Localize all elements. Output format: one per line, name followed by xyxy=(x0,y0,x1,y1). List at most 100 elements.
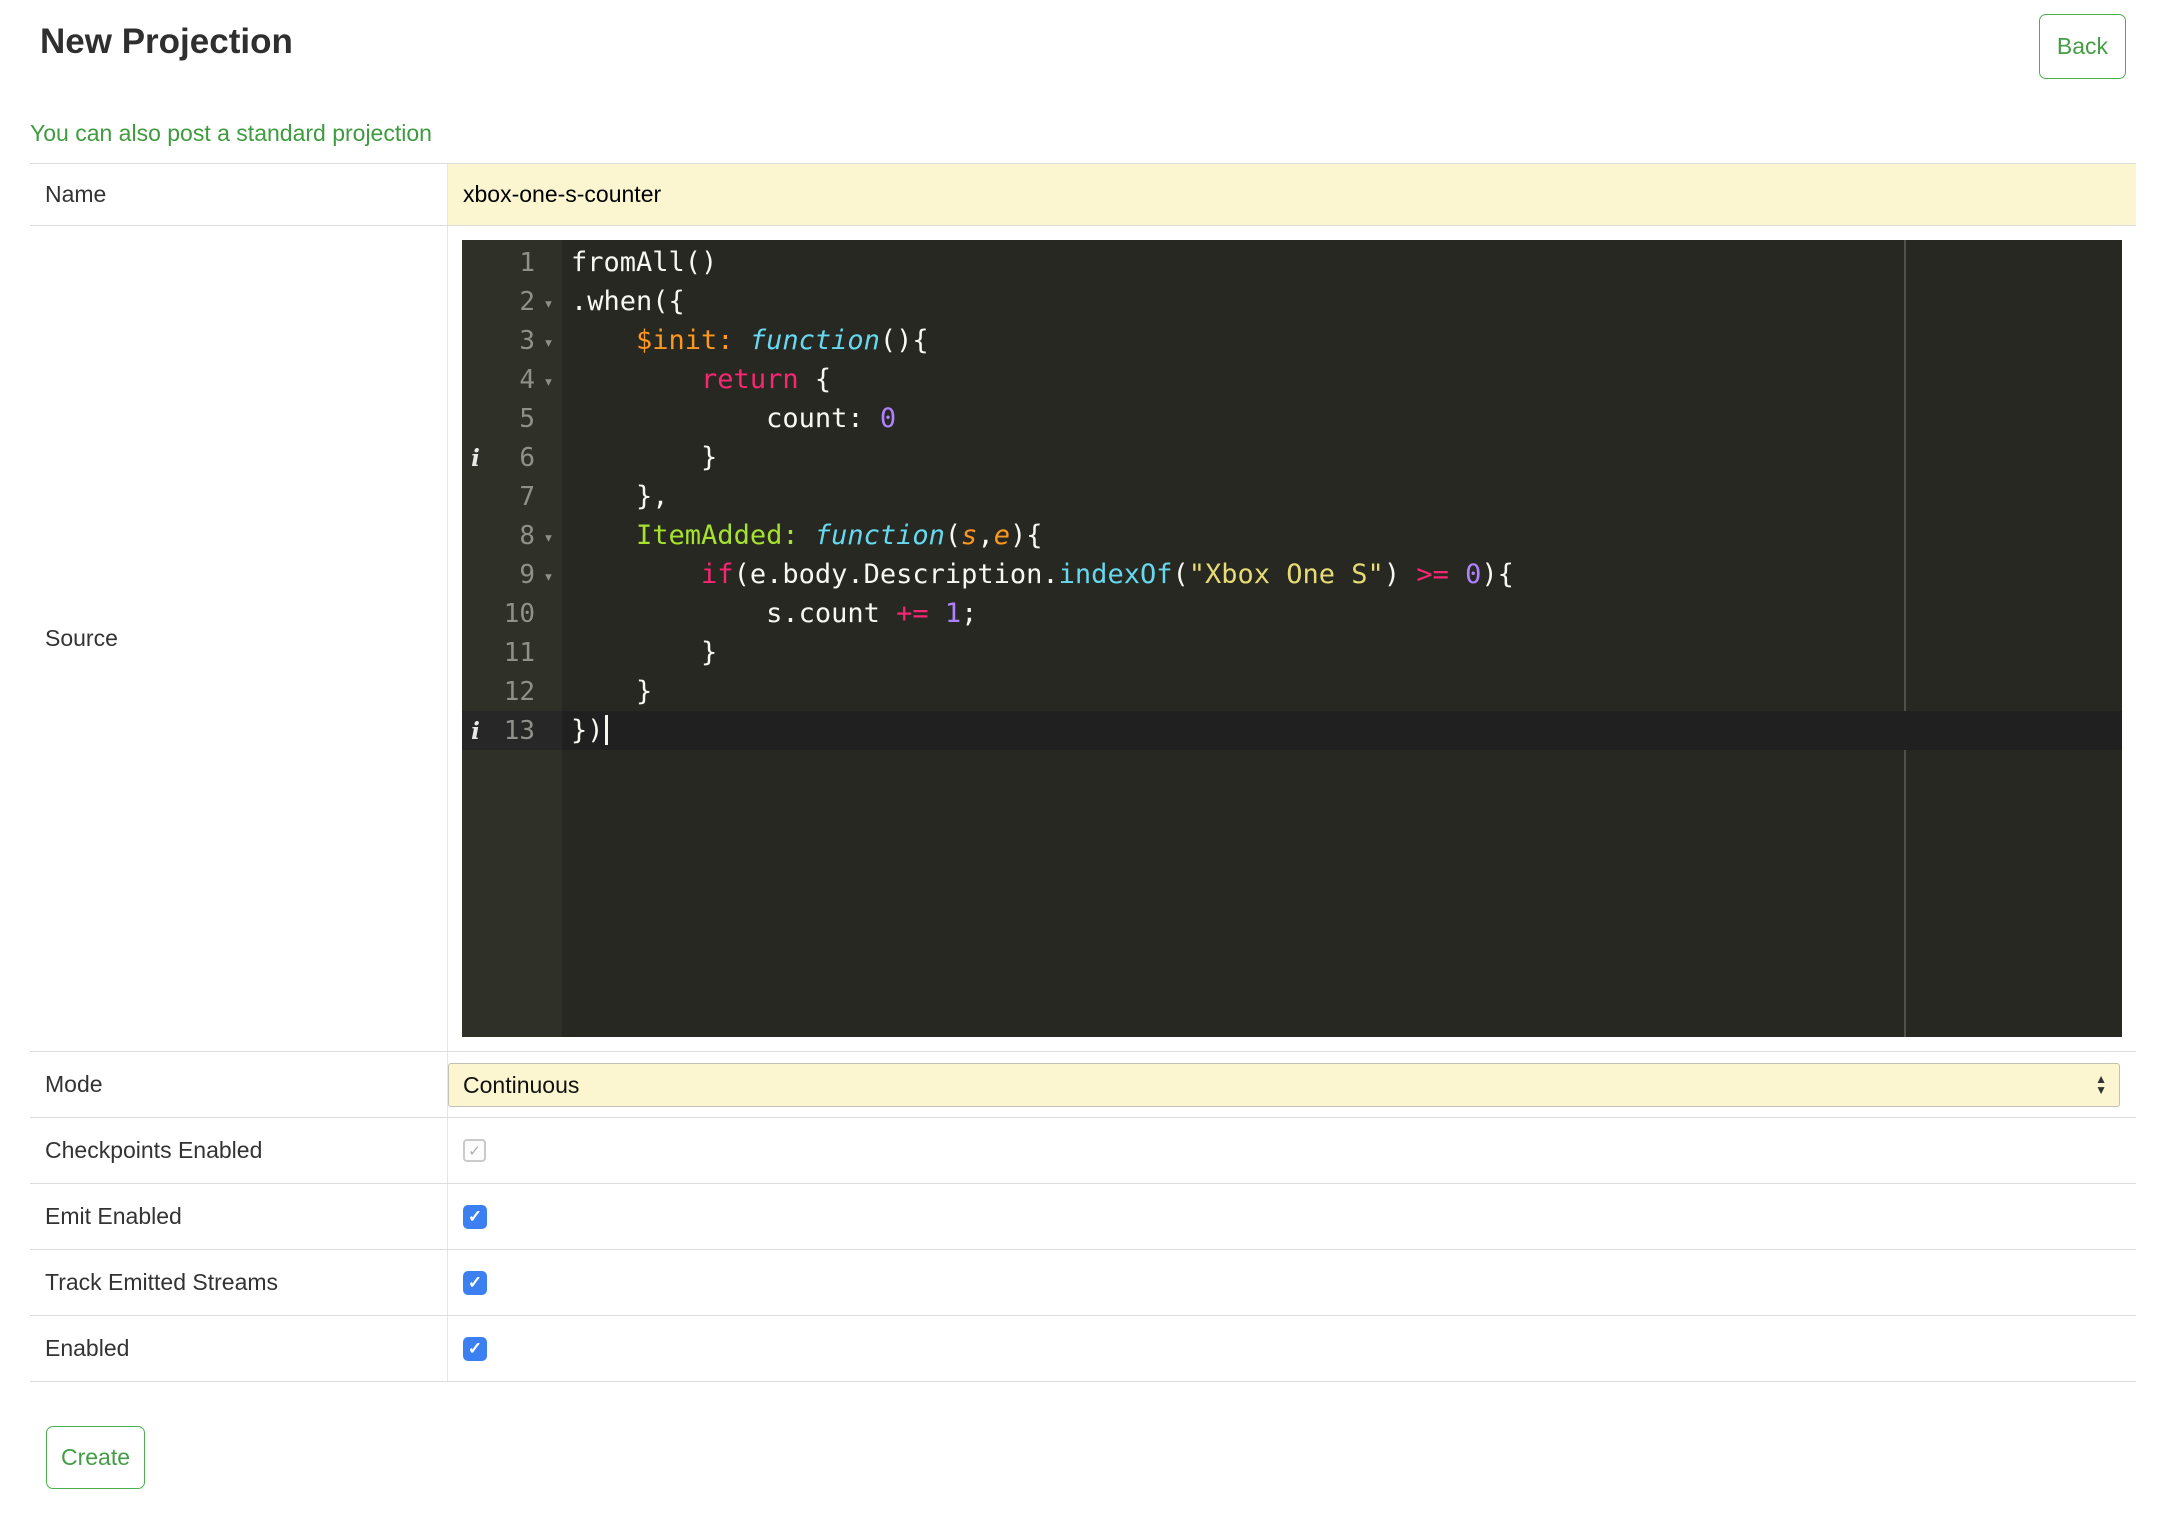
fold-arrow-icon[interactable] xyxy=(535,563,562,587)
mode-select[interactable]: Continuous xyxy=(448,1063,2120,1107)
source-value-cell: 12345678910111213 fromAll().when({ $init… xyxy=(448,226,2136,1051)
page-title: New Projection xyxy=(40,22,293,61)
code-token: } xyxy=(571,637,718,668)
line-number: 5 xyxy=(519,403,535,434)
code-token: (e.body.Description. xyxy=(733,559,1059,590)
code-token: function xyxy=(749,325,880,356)
standard-projection-link[interactable]: You can also post a standard projection xyxy=(30,120,432,146)
projection-form: Name Source 12345678910111213 fromAll().… xyxy=(30,163,2136,1382)
code-token: s xyxy=(961,520,978,551)
gutter-fold-spacer xyxy=(535,729,562,733)
code-line[interactable]: .when({ xyxy=(562,282,2122,321)
fold-arrow-icon[interactable] xyxy=(535,329,562,353)
source-row: Source 12345678910111213 fromAll().when(… xyxy=(30,226,2136,1052)
gutter-line: 4 xyxy=(462,360,562,399)
emit-enabled-checkbox[interactable] xyxy=(463,1204,487,1229)
source-code-editor[interactable]: 12345678910111213 fromAll().when({ $init… xyxy=(462,240,2122,1037)
code-line[interactable]: if(e.body.Description.indexOf("Xbox One … xyxy=(562,555,2122,594)
code-token: += xyxy=(896,598,929,629)
enabled-checkbox[interactable] xyxy=(463,1336,487,1361)
code-line[interactable]: } xyxy=(562,672,2122,711)
code-token: e xyxy=(993,520,1010,551)
gutter-line: 11 xyxy=(462,633,562,672)
name-value-cell xyxy=(448,164,2136,225)
code-token: ItemAdded: xyxy=(636,520,799,551)
gutter-line: 2 xyxy=(462,282,562,321)
info-annotation-icon xyxy=(462,443,489,473)
enabled-row: Enabled xyxy=(30,1316,2136,1382)
editor-code-area[interactable]: fromAll() .when({ $init: function(){ retu… xyxy=(562,240,2122,1037)
code-line[interactable]: $init: function(){ xyxy=(562,321,2122,360)
code-token: , xyxy=(977,520,994,551)
line-number: 3 xyxy=(519,325,535,356)
checkpoints-enabled-row: Checkpoints Enabled xyxy=(30,1118,2136,1184)
back-button[interactable]: Back xyxy=(2038,14,2126,79)
code-token: 1 xyxy=(944,598,962,629)
code-token: $init: xyxy=(636,325,734,356)
code-token: if xyxy=(701,559,734,590)
gutter-line: 3 xyxy=(462,321,562,360)
code-line[interactable]: }, xyxy=(562,477,2122,516)
create-button[interactable]: Create xyxy=(46,1426,146,1489)
code-token: ){ xyxy=(1009,520,1043,551)
gutter-line: 5 xyxy=(462,399,562,438)
fold-arrow-icon[interactable] xyxy=(535,524,562,548)
code-line[interactable]: return { xyxy=(562,360,2122,399)
mode-row: Mode Continuous xyxy=(30,1052,2136,1118)
line-number: 11 xyxy=(503,637,535,668)
fold-arrow-icon[interactable] xyxy=(535,290,562,314)
code-token: indexOf xyxy=(1058,559,1173,590)
mode-select-value: Continuous xyxy=(463,1071,580,1098)
line-number: 12 xyxy=(503,676,535,707)
code-line[interactable]: } xyxy=(562,633,2122,672)
code-token: return xyxy=(701,364,799,395)
fold-arrow-icon[interactable] xyxy=(535,368,562,392)
code-token: ( xyxy=(1172,559,1189,590)
track-emitted-streams-row: Track Emitted Streams xyxy=(30,1250,2136,1316)
code-token: function xyxy=(814,520,945,551)
name-input[interactable] xyxy=(448,164,2136,225)
line-number: 8 xyxy=(519,520,535,551)
code-token: fromAll() xyxy=(571,247,718,278)
mode-value-cell: Continuous xyxy=(448,1052,2136,1117)
code-token: { xyxy=(798,364,832,395)
code-token: "Xbox One S" xyxy=(1188,559,1384,590)
editor-gutter: 12345678910111213 xyxy=(462,240,562,1037)
gutter-line: 10 xyxy=(462,594,562,633)
code-line[interactable]: ItemAdded: function(s,e){ xyxy=(562,516,2122,555)
line-number: 2 xyxy=(519,286,535,317)
line-number: 10 xyxy=(503,598,535,629)
checkpoints-enabled-label: Checkpoints Enabled xyxy=(30,1118,448,1183)
gutter-line: 1 xyxy=(462,243,562,282)
code-line[interactable]: count: 0 xyxy=(562,399,2122,438)
info-annotation-icon xyxy=(462,716,489,746)
gutter-fold-spacer xyxy=(535,261,562,265)
gutter-fold-spacer xyxy=(535,495,562,499)
code-token: ; xyxy=(961,598,978,629)
code-token: 0 xyxy=(879,403,897,434)
gutter-line: 13 xyxy=(462,711,562,750)
name-row: Name xyxy=(30,164,2136,226)
code-token: ) xyxy=(1383,559,1417,590)
code-token: (){ xyxy=(879,325,929,356)
track-emitted-streams-checkbox[interactable] xyxy=(463,1270,487,1295)
code-token: count: xyxy=(571,403,880,434)
checkpoints-enabled-checkbox xyxy=(463,1139,486,1162)
source-label: Source xyxy=(30,226,448,1051)
page-header: New Projection Back xyxy=(30,0,2136,79)
gutter-line: 6 xyxy=(462,438,562,477)
code-line[interactable]: } xyxy=(562,438,2122,477)
code-line[interactable]: s.count += 1; xyxy=(562,594,2122,633)
code-line[interactable]: }) xyxy=(562,711,2122,750)
code-token: .when({ xyxy=(571,286,685,317)
track-value-cell xyxy=(448,1250,2136,1315)
code-token: }, xyxy=(571,481,669,512)
gutter-line: 12 xyxy=(462,672,562,711)
code-line[interactable]: fromAll() xyxy=(562,243,2122,282)
